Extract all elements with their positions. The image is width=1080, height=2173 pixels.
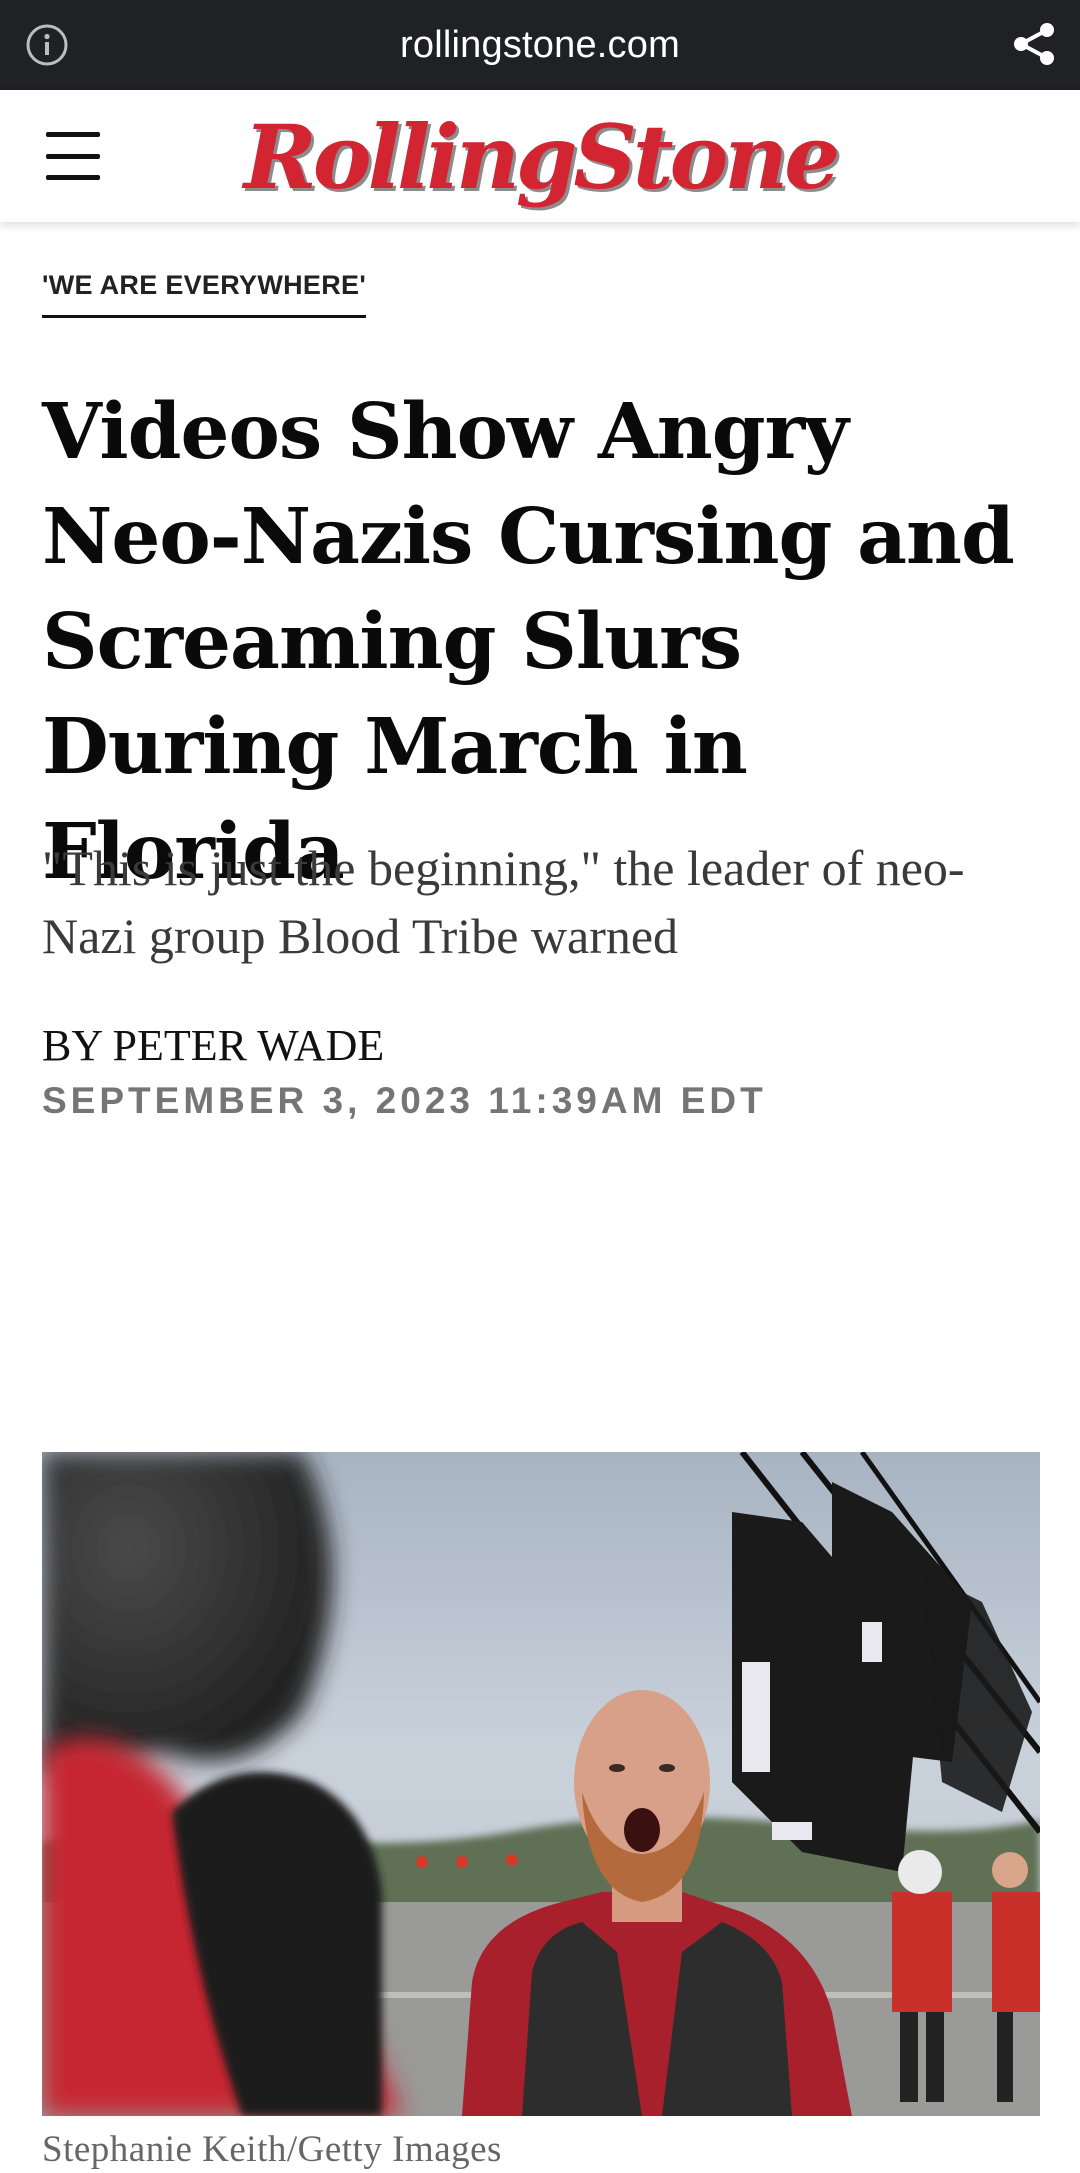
byline: BY PETER WADE <box>42 1020 384 1071</box>
author-link[interactable]: PETER WADE <box>113 1021 385 1070</box>
article-kicker[interactable]: 'WE ARE EVERYWHERE' <box>42 270 367 318</box>
publish-date: SEPTEMBER 3, 2023 11:39AM EDT <box>42 1080 767 1121</box>
site-header: RollingStone <box>0 90 1080 222</box>
article-dek: "This is just the beginning," the leader… <box>42 840 965 964</box>
byline-prefix: BY <box>42 1021 113 1070</box>
menu-bar <box>46 175 100 180</box>
photo-credit: Stephanie Keith/Getty Images <box>42 2129 502 2170</box>
menu-bar <box>46 132 100 137</box>
article-photo[interactable] <box>42 1452 1040 2116</box>
hamburger-menu-icon[interactable] <box>46 132 104 180</box>
rolling-stone-logo[interactable]: RollingStone <box>244 98 840 216</box>
info-icon[interactable] <box>24 22 70 68</box>
share-icon[interactable] <box>1010 20 1058 68</box>
logo-text: RollingStone <box>243 105 840 209</box>
menu-bar <box>46 153 100 159</box>
browser-url-bar: rollingstone.com <box>0 0 1080 90</box>
url-text[interactable]: rollingstone.com <box>400 24 680 67</box>
article-headline: Videos Show Angry Neo-Nazis Cursing and … <box>42 387 1015 897</box>
